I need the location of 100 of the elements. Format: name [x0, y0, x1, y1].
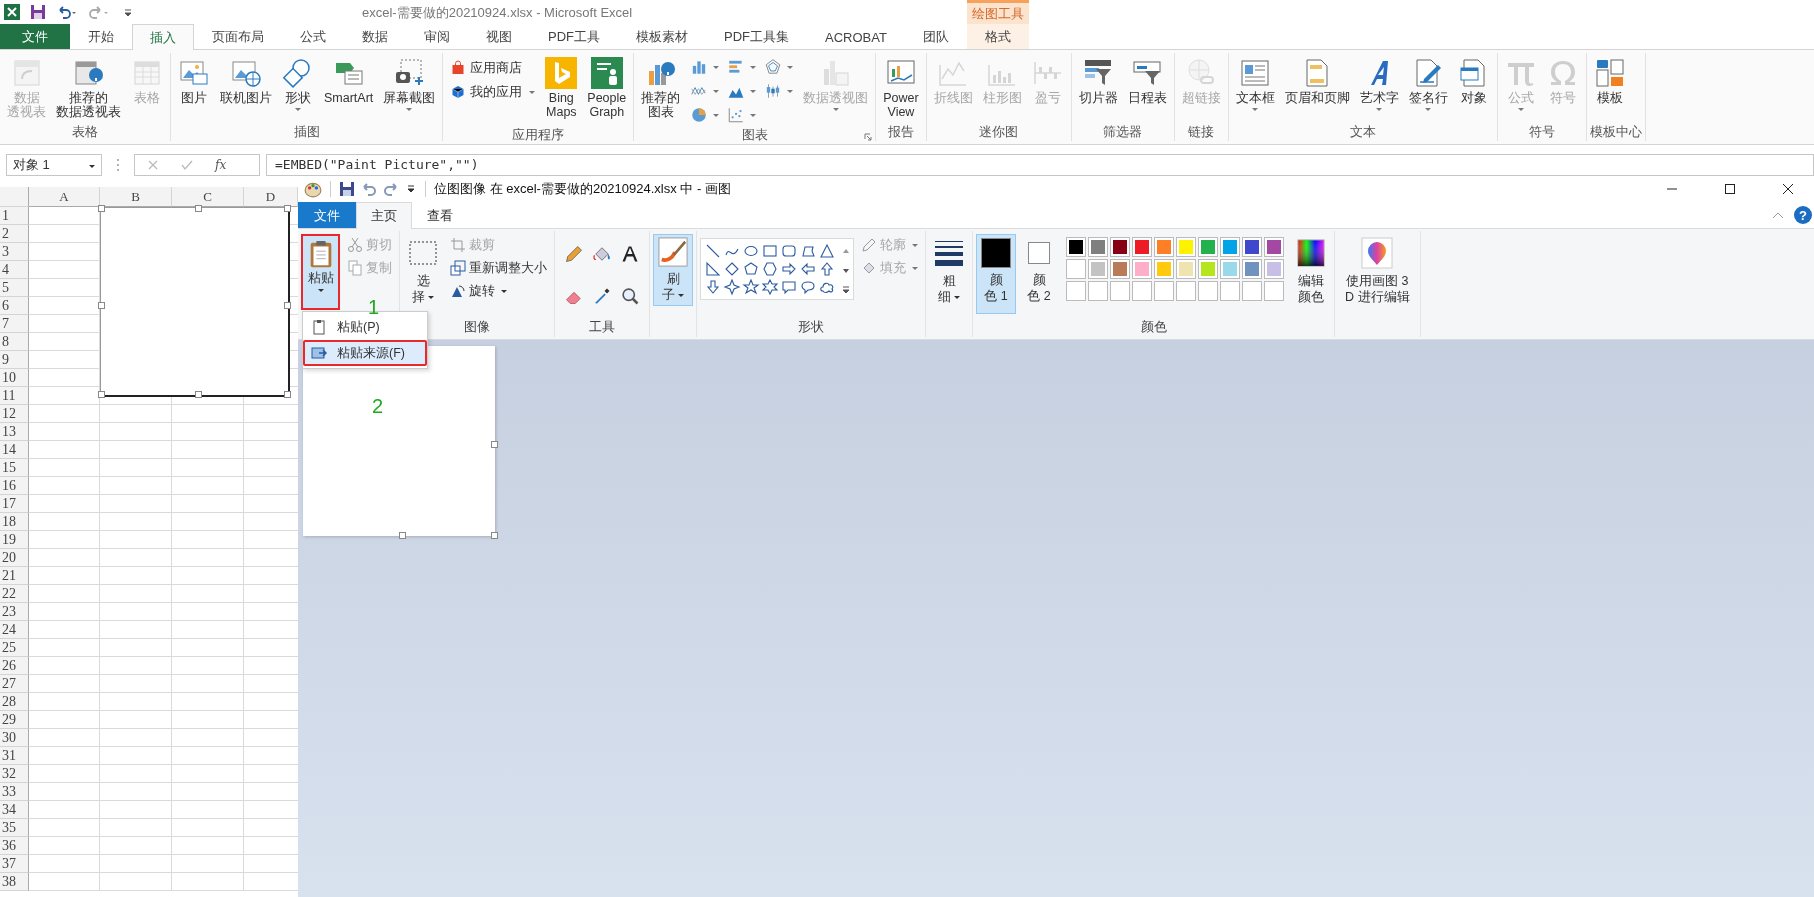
row-header[interactable]: 5: [0, 279, 29, 297]
empty-swatch[interactable]: [1220, 281, 1240, 301]
row-header[interactable]: 35: [0, 819, 29, 837]
redo-icon[interactable]: [88, 4, 110, 20]
ribbon-tab[interactable]: 模板素材: [618, 24, 706, 49]
column-header[interactable]: C: [172, 187, 244, 207]
ribbon-tab[interactable]: 团队: [904, 24, 967, 49]
row-header[interactable]: 32: [0, 765, 29, 783]
ribbon-button[interactable]: Bing Maps: [541, 55, 582, 121]
row-header[interactable]: 4: [0, 261, 29, 279]
canvas[interactable]: [303, 346, 495, 536]
check-icon[interactable]: [181, 159, 193, 171]
row-header[interactable]: 6: [0, 297, 29, 315]
customize-icon[interactable]: [405, 183, 417, 195]
ribbon-tab[interactable]: 页面布局: [194, 24, 282, 49]
collapse-icon[interactable]: [1772, 211, 1784, 219]
column-header[interactable]: A: [29, 187, 100, 207]
ribbon-button[interactable]: 形状: [278, 55, 318, 113]
row-header[interactable]: 15: [0, 459, 29, 477]
insert-function-button[interactable]: fx: [215, 158, 227, 172]
redo-icon[interactable]: [383, 181, 399, 197]
row-header[interactable]: 12: [0, 405, 29, 423]
palette-swatch[interactable]: [1220, 259, 1240, 279]
row-header[interactable]: 23: [0, 603, 29, 621]
edit-colors-button[interactable]: 编辑 颜色: [1291, 234, 1331, 308]
palette-swatch[interactable]: [1198, 259, 1218, 279]
row-header[interactable]: 33: [0, 783, 29, 801]
ribbon-button[interactable]: 日程表: [1123, 55, 1171, 107]
excel-icon[interactable]: [4, 4, 20, 20]
ribbon-button[interactable]: 图片: [174, 55, 214, 107]
empty-swatch[interactable]: [1198, 281, 1218, 301]
select-all-corner[interactable]: [0, 187, 29, 207]
ribbon-tab[interactable]: 查看: [412, 202, 468, 228]
palette-swatch[interactable]: [1088, 237, 1108, 257]
row-header[interactable]: 36: [0, 837, 29, 855]
row-header[interactable]: 27: [0, 675, 29, 693]
palette-swatch[interactable]: [1264, 237, 1284, 257]
column-header[interactable]: D: [244, 187, 298, 207]
file-tab[interactable]: 文件: [298, 202, 356, 228]
ribbon-button[interactable]: 模板: [1589, 55, 1630, 107]
ribbon-tab[interactable]: 数据: [344, 24, 406, 49]
paint-bucket-icon[interactable]: [592, 244, 612, 264]
ribbon-button[interactable]: 推荐的 图表: [637, 55, 685, 121]
ribbon-tab[interactable]: 插入: [132, 24, 194, 50]
column-header[interactable]: B: [100, 187, 172, 207]
help-button[interactable]: ?: [1794, 206, 1812, 224]
palette-swatch[interactable]: [1198, 237, 1218, 257]
row-header[interactable]: 3: [0, 243, 29, 261]
ribbon-button[interactable]: 页眉和页脚: [1280, 55, 1354, 107]
save-icon[interactable]: [30, 4, 46, 20]
palette-swatch[interactable]: [1242, 259, 1262, 279]
embedded-object[interactable]: [100, 207, 290, 397]
empty-swatch[interactable]: [1242, 281, 1262, 301]
color-1-button[interactable]: 颜 色 1: [976, 234, 1016, 314]
name-box[interactable]: 对象 1: [6, 154, 102, 176]
empty-swatch[interactable]: [1264, 281, 1284, 301]
palette-swatch[interactable]: [1066, 259, 1086, 279]
ribbon-tab[interactable]: 公式: [282, 24, 344, 49]
file-tab[interactable]: 文件: [0, 24, 70, 49]
formula-field[interactable]: =EMBED("Paint Picture",""): [266, 154, 1814, 176]
row-header[interactable]: 28: [0, 693, 29, 711]
palette-swatch[interactable]: [1242, 237, 1262, 257]
row-header[interactable]: 9: [0, 351, 29, 369]
row-header[interactable]: 24: [0, 621, 29, 639]
palette-swatch[interactable]: [1176, 259, 1196, 279]
brushes-button[interactable]: 刷 子: [653, 234, 693, 306]
ribbon-tab[interactable]: 视图: [468, 24, 530, 49]
paint-3d-button[interactable]: 使用画图 3 D 进行编辑: [1338, 234, 1417, 308]
undo-icon[interactable]: [56, 4, 78, 20]
row-header[interactable]: 29: [0, 711, 29, 729]
ribbon-button[interactable]: 文本框: [1231, 55, 1279, 113]
ribbon-tab[interactable]: PDF工具: [530, 24, 618, 49]
ribbon-button[interactable]: 屏幕截图: [379, 55, 440, 113]
select-button[interactable]: 选 择: [403, 234, 443, 308]
ribbon-button[interactable]: 应用商店: [446, 55, 540, 81]
ribbon-button[interactable]: 艺术字: [1355, 55, 1403, 113]
cell-grid[interactable]: [29, 207, 298, 891]
palette-swatch[interactable]: [1110, 237, 1130, 257]
palette-swatch[interactable]: [1176, 237, 1196, 257]
palette-swatch[interactable]: [1154, 237, 1174, 257]
empty-swatch[interactable]: [1132, 281, 1152, 301]
row-header[interactable]: 30: [0, 729, 29, 747]
pencil-icon[interactable]: [564, 244, 584, 264]
resize-button[interactable]: 重新调整大小: [446, 257, 551, 279]
row-header[interactable]: 25: [0, 639, 29, 657]
paste-button[interactable]: 粘贴: [301, 234, 340, 310]
ribbon-tab[interactable]: 格式: [966, 24, 1029, 49]
row-header[interactable]: 37: [0, 855, 29, 873]
palette-swatch[interactable]: [1088, 259, 1108, 279]
row-header[interactable]: 1: [0, 207, 29, 225]
row-header[interactable]: 2: [0, 225, 29, 243]
rotate-button[interactable]: 旋转: [446, 280, 551, 302]
ribbon-tab[interactable]: PDF工具集: [706, 24, 807, 49]
ribbon-tab[interactable]: 开始: [70, 24, 132, 49]
row-header[interactable]: 26: [0, 657, 29, 675]
palette-swatch[interactable]: [1066, 237, 1086, 257]
row-header[interactable]: 7: [0, 315, 29, 333]
ribbon-button[interactable]: 签名行: [1404, 55, 1452, 113]
magnifier-icon[interactable]: [620, 285, 640, 306]
shape-gallery[interactable]: [700, 238, 854, 300]
